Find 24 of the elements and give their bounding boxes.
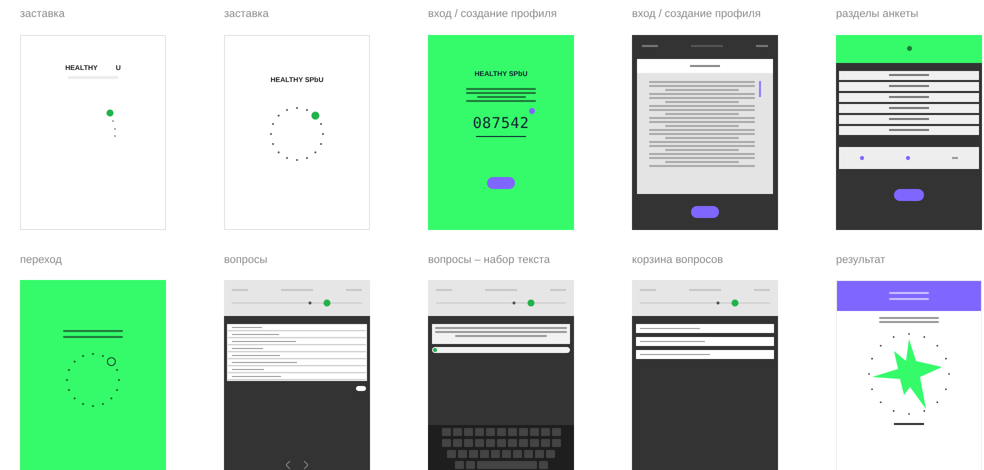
chevron-left-icon	[286, 461, 291, 469]
screen-caption: корзина вопросов	[632, 252, 724, 268]
loading-ring-drawing	[267, 104, 327, 164]
pill-button-drawing	[894, 188, 924, 200]
screen-caption: переход	[20, 252, 63, 268]
text-lines-drawing	[63, 330, 123, 338]
pill-button-drawing	[487, 177, 515, 189]
screen-caption: заставка	[224, 7, 270, 22]
loading-ring-drawing	[63, 350, 123, 410]
screen-caption: заставка	[20, 7, 66, 22]
screen-caption: вход / создание профиля	[632, 7, 762, 22]
text-lines-drawing	[466, 88, 536, 102]
chevron-right-icon	[303, 461, 308, 469]
code-text: 087542	[472, 114, 530, 132]
text-lines-drawing	[879, 317, 939, 323]
screen-caption: вопросы – набор текста	[428, 252, 551, 268]
screen-caption: разделы анкеты	[836, 7, 920, 22]
pill-button-drawing	[691, 206, 719, 218]
loading-dots-drawing	[106, 109, 118, 139]
text-lines-drawing	[889, 292, 929, 300]
toggle-switch-drawing	[356, 386, 366, 391]
screen-caption: вход / создание профиля	[428, 7, 558, 22]
screen-caption: вопросы	[224, 252, 268, 268]
screen-caption: результат	[836, 252, 886, 268]
